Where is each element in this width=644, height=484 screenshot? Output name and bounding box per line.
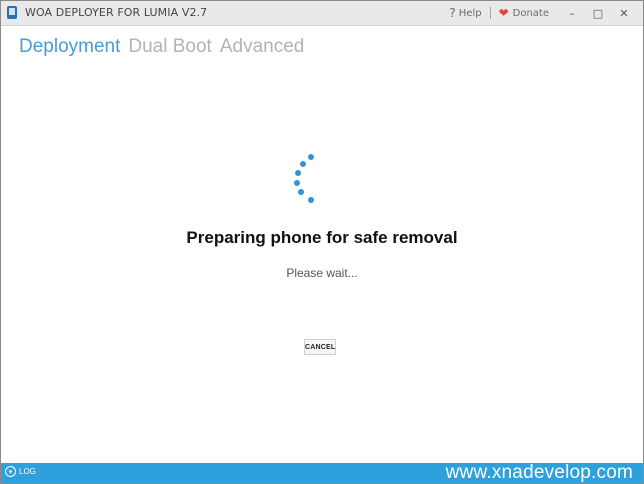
- app-window: WOA DEPLOYER FOR LUMIA V2.7 ? Help ❤ Don…: [0, 0, 644, 484]
- help-icon[interactable]: ?: [449, 6, 455, 20]
- loading-spinner-icon: [286, 151, 326, 211]
- log-label[interactable]: LOG: [19, 467, 36, 476]
- progress-subtext: Please wait...: [286, 266, 358, 280]
- log-bar: ▾ LOG www.xnadevelop.com: [1, 463, 643, 483]
- spinner-dot: [294, 180, 300, 186]
- tab-deployment[interactable]: Deployment: [19, 36, 120, 58]
- help-link[interactable]: Help: [459, 8, 482, 19]
- progress-heading: Preparing phone for safe removal: [186, 228, 458, 247]
- window-title: WOA DEPLOYER FOR LUMIA V2.7: [25, 6, 208, 19]
- title-bar: WOA DEPLOYER FOR LUMIA V2.7 ? Help ❤ Don…: [1, 1, 643, 26]
- spinner-dot: [300, 161, 306, 167]
- spinner-dot: [298, 189, 304, 195]
- cancel-button[interactable]: CANCEL: [304, 339, 336, 355]
- log-toggle[interactable]: ▾ LOG: [5, 466, 36, 477]
- donate-link[interactable]: Donate: [513, 8, 549, 19]
- close-button[interactable]: ✕: [613, 7, 635, 20]
- main-tabs: Deployment Dual Boot Advanced: [19, 36, 312, 58]
- tab-dual-boot[interactable]: Dual Boot: [128, 36, 211, 58]
- chevron-down-icon[interactable]: ▾: [5, 466, 16, 477]
- spinner-dot: [308, 197, 314, 203]
- app-icon: [7, 6, 17, 19]
- heart-icon[interactable]: ❤: [499, 6, 509, 20]
- spinner-dot: [308, 154, 314, 160]
- spinner-dot: [295, 170, 301, 176]
- maximize-button[interactable]: □: [587, 7, 609, 20]
- watermark-text: www.xnadevelop.com: [445, 462, 633, 483]
- title-separator: [489, 7, 491, 19]
- minimize-button[interactable]: –: [561, 7, 583, 20]
- tab-advanced[interactable]: Advanced: [220, 36, 305, 58]
- title-bar-controls: ? Help ❤ Donate – □ ✕: [449, 5, 635, 21]
